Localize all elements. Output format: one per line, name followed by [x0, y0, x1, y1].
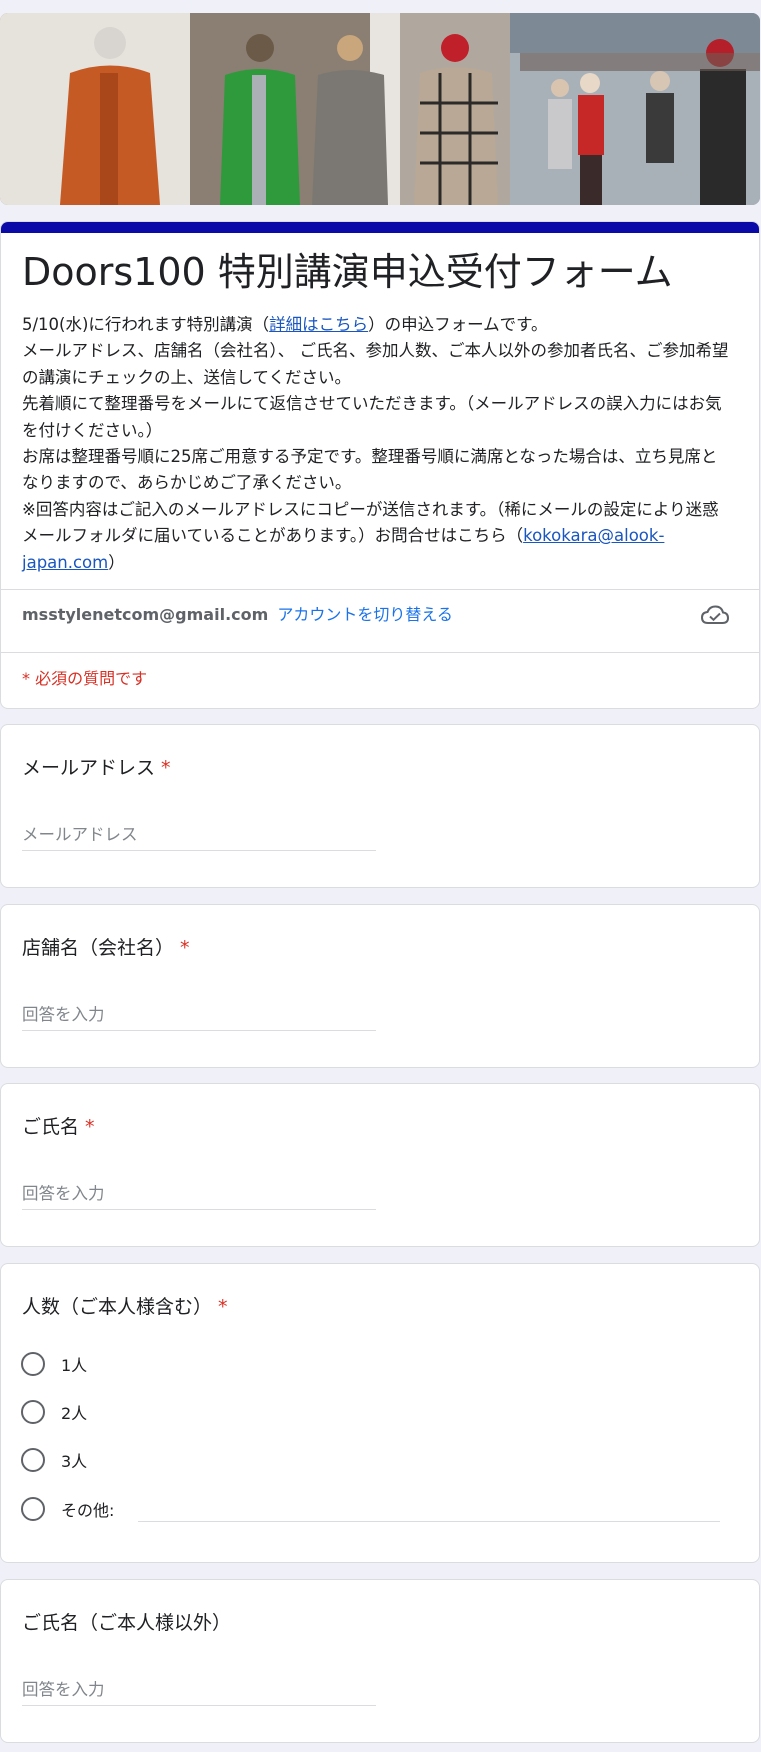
radio-button[interactable]	[21, 1352, 45, 1376]
divider	[1, 589, 759, 590]
form-description: 5/10(水)に行われます特別講演（詳細はこちら）の申込フォームです。 メールア…	[22, 312, 732, 576]
radio-label: 3人	[61, 1452, 88, 1471]
required-asterisk: *	[161, 757, 171, 779]
radio-option-1[interactable]: 1人	[21, 1351, 87, 1377]
required-asterisk: *	[85, 1116, 95, 1138]
email-input[interactable]	[22, 819, 376, 851]
other-text-input[interactable]	[138, 1496, 720, 1522]
question-title: ご氏名 *	[22, 1114, 95, 1140]
other-names-input[interactable]	[22, 1674, 376, 1706]
cloud-check-icon	[701, 605, 729, 624]
question-title: メールアドレス *	[22, 755, 171, 781]
question-title-text: 店舗名（会社名）	[22, 937, 175, 959]
description-line-3: 先着順にて整理番号をメールにて返信させていただきます。（メールアドレスの誤入力に…	[22, 394, 722, 440]
radio-button[interactable]	[21, 1448, 45, 1472]
question-title: 人数（ご本人様含む） *	[22, 1294, 228, 1320]
question-card-name: ご氏名 *	[0, 1083, 760, 1247]
radio-label: 2人	[61, 1404, 88, 1423]
description-line-1: 5/10(水)に行われます特別講演（詳細はこちら）の申込フォームです。	[22, 312, 732, 338]
radio-button[interactable]	[21, 1400, 45, 1424]
description-line-2: メールアドレス、店舗名（会社名）、 ご氏名、参加人数、ご本人以外の参加者氏名、ご…	[22, 341, 729, 387]
question-card-other-names: ご氏名（ご本人様以外）	[0, 1579, 760, 1743]
radio-button[interactable]	[21, 1497, 45, 1521]
description-line-4: お席は整理番号順に25席ご用意する予定です。整理番号順に満席となった場合は、立ち…	[22, 447, 718, 493]
form-header-card: Doors100 特別講演申込受付フォーム 5/10(水)に行われます特別講演（…	[0, 221, 760, 709]
required-note: * 必須の質問です	[22, 669, 148, 688]
description-text: ）	[108, 552, 125, 572]
account-info: msstylenetcom@gmail.com アカウントを切り替える	[22, 604, 453, 626]
description-text: 5/10(水)に行われます特別講演（	[22, 315, 270, 334]
required-asterisk: *	[218, 1296, 228, 1318]
radio-option-2[interactable]: 2人	[21, 1399, 87, 1425]
account-email: msstylenetcom@gmail.com	[22, 605, 269, 624]
shop-name-input[interactable]	[22, 999, 376, 1031]
radio-option-3[interactable]: 3人	[21, 1447, 87, 1473]
question-title: 店舗名（会社名） *	[22, 935, 190, 961]
radio-label: 1人	[61, 1356, 88, 1375]
name-input[interactable]	[22, 1178, 376, 1210]
question-title-text: メールアドレス	[22, 757, 156, 779]
question-card-email: メールアドレス *	[0, 724, 760, 888]
question-card-shop: 店舗名（会社名） *	[0, 904, 760, 1068]
switch-account-link[interactable]: アカウントを切り替える	[277, 605, 453, 624]
radio-option-other[interactable]: その他:	[21, 1496, 114, 1522]
divider	[1, 652, 759, 653]
theme-color-bar	[1, 222, 759, 233]
description-text: ）の申込フォームです。	[368, 315, 548, 334]
radio-label: その他:	[61, 1501, 115, 1520]
required-asterisk: *	[180, 937, 190, 959]
question-title-text: 人数（ご本人様含む）	[22, 1296, 213, 1318]
header-banner-image	[0, 13, 760, 205]
question-title: ご氏名（ご本人様以外）	[22, 1612, 232, 1634]
question-title-text: ご氏名	[22, 1116, 80, 1138]
details-link[interactable]: 詳細はこちら	[269, 315, 368, 334]
description-line-5: ※回答内容はご記入のメールアドレスにコピーが送信されます。（稀にメールの設定によ…	[22, 497, 732, 576]
form-title: Doors100 特別講演申込受付フォーム	[22, 250, 673, 294]
question-card-count: 人数（ご本人様含む） * 1人 2人 3人 その他:	[0, 1263, 760, 1563]
